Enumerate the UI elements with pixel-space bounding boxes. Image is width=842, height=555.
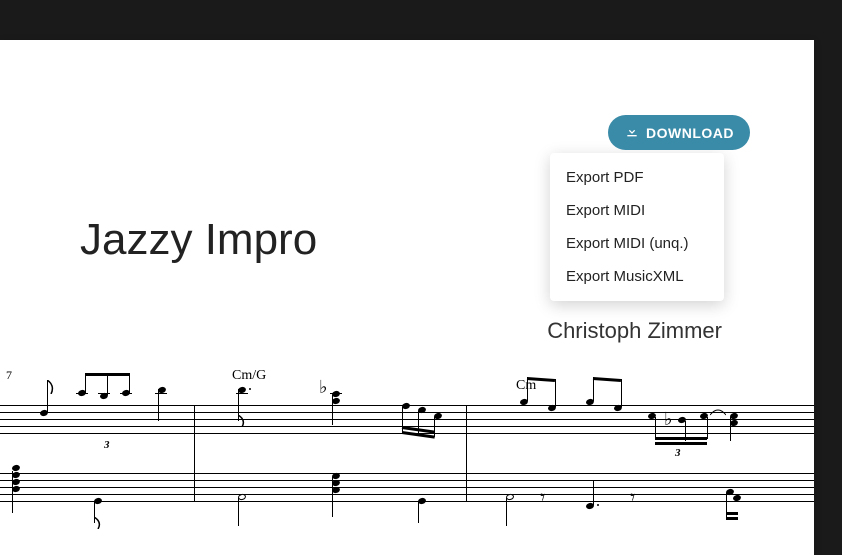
eighth-rest: 𝄾 bbox=[630, 487, 635, 510]
musical-score: 3 ♭ bbox=[0, 395, 814, 555]
sheet-page: DOWNLOAD Export PDF Export MIDI Export M… bbox=[0, 40, 814, 555]
tuplet-number: 3 bbox=[675, 447, 681, 459]
flat-accidental: ♭ bbox=[664, 409, 673, 430]
menu-export-midi[interactable]: Export MIDI bbox=[550, 194, 724, 227]
download-menu: Export PDF Export MIDI Export MIDI (unq.… bbox=[550, 153, 724, 301]
download-button[interactable]: DOWNLOAD bbox=[608, 115, 750, 150]
tuplet-number: 3 bbox=[104, 439, 110, 451]
chord-symbol: 7 bbox=[6, 368, 12, 383]
flat-accidental: ♭ bbox=[319, 377, 328, 398]
score-title: Jazzy Impro bbox=[80, 215, 317, 265]
download-label: DOWNLOAD bbox=[646, 125, 734, 141]
download-icon bbox=[624, 123, 640, 142]
menu-export-pdf[interactable]: Export PDF bbox=[550, 161, 724, 194]
menu-export-musicxml[interactable]: Export MusicXML bbox=[550, 260, 724, 293]
menu-export-midi-unq[interactable]: Export MIDI (unq.) bbox=[550, 227, 724, 260]
chord-symbol: Cm/G bbox=[232, 368, 266, 384]
score-composer: Christoph Zimmer bbox=[547, 318, 722, 344]
eighth-rest: 𝄾 bbox=[540, 487, 545, 510]
